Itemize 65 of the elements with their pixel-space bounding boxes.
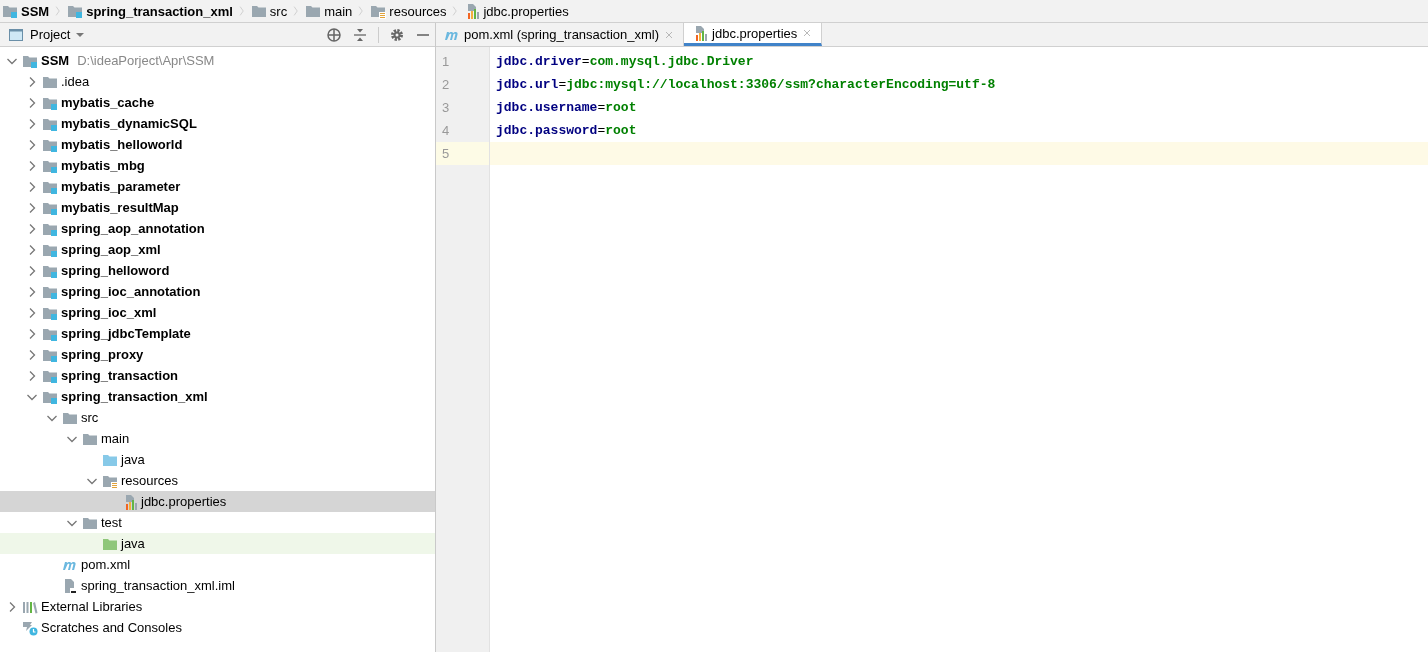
breadcrumb-item[interactable]: resources bbox=[370, 3, 447, 19]
equals-sign: = bbox=[558, 77, 567, 92]
property-key: jdbc.password bbox=[496, 123, 598, 138]
tree-item[interactable]: java bbox=[0, 449, 435, 470]
property-value: root bbox=[605, 100, 637, 115]
tree-item[interactable]: External Libraries bbox=[0, 596, 435, 617]
project-view-dropdown[interactable]: Project bbox=[8, 26, 85, 43]
scratch-clock-icon bbox=[22, 619, 38, 636]
breadcrumb-item[interactable]: SSM bbox=[2, 3, 50, 19]
module-folder-icon bbox=[2, 3, 18, 19]
tree-item[interactable]: spring_aop_xml bbox=[0, 239, 435, 260]
tree-item[interactable]: mybatis_cache bbox=[0, 92, 435, 113]
line-number: 2 bbox=[441, 76, 451, 94]
project-window-icon bbox=[8, 26, 24, 43]
tree-item[interactable]: spring_ioc_xml bbox=[0, 302, 435, 323]
folder-icon bbox=[250, 3, 267, 19]
tree-item[interactable]: SSM D:\ideaPorject\Apr\SSM bbox=[0, 50, 435, 71]
folder-icon bbox=[305, 3, 322, 19]
collapse-all-icon[interactable] bbox=[352, 26, 368, 43]
tree-item[interactable]: .idea bbox=[0, 71, 435, 92]
property-key: jdbc.username bbox=[496, 100, 598, 115]
property-key: jdbc.url bbox=[496, 77, 559, 92]
tree-item[interactable]: spring_jdbcTemplate bbox=[0, 323, 435, 344]
breadcrumb-item[interactable]: main bbox=[305, 3, 353, 19]
tree-item[interactable]: mybatis_resultMap bbox=[0, 197, 435, 218]
tree-item[interactable]: pom.xml bbox=[0, 554, 435, 575]
dropdown-caret-icon bbox=[76, 32, 85, 37]
tree-item[interactable]: spring_ioc_annotation bbox=[0, 281, 435, 302]
tree-item[interactable]: jdbc.properties bbox=[0, 491, 435, 512]
equals-sign: = bbox=[597, 123, 606, 138]
module-file-icon bbox=[62, 577, 78, 594]
breadcrumb-item[interactable]: jdbc.properties bbox=[464, 3, 569, 19]
tree-item[interactable]: mybatis_parameter bbox=[0, 176, 435, 197]
property-key: jdbc.driver bbox=[496, 54, 582, 69]
tree-item[interactable]: main bbox=[0, 428, 435, 449]
tree-item[interactable]: mybatis_mbg bbox=[0, 155, 435, 176]
tree-item[interactable]: src bbox=[0, 407, 435, 428]
tree-item[interactable]: spring_transaction_xml.iml bbox=[0, 575, 435, 596]
settings-icon[interactable] bbox=[389, 26, 405, 43]
tree-item[interactable]: spring_transaction bbox=[0, 365, 435, 386]
editor-tab[interactable]: jdbc.properties bbox=[684, 23, 823, 46]
property-value: jdbc:mysql://localhost:3306/ssm?characterEncoding=utf-8 bbox=[566, 77, 996, 92]
equals-sign: = bbox=[581, 54, 590, 69]
tree-item[interactable]: Scratches and Consoles bbox=[0, 617, 435, 638]
breadcrumb-item[interactable]: spring_transaction_xml bbox=[67, 3, 233, 19]
tree-item[interactable]: spring_transaction_xml bbox=[0, 386, 435, 407]
crosshair-icon[interactable] bbox=[326, 26, 342, 43]
tree-item[interactable]: spring_aop_annotation bbox=[0, 218, 435, 239]
module-folder-icon bbox=[67, 3, 84, 19]
tree-item[interactable]: java bbox=[0, 533, 435, 554]
property-value: root bbox=[605, 123, 637, 138]
breadcrumb-item[interactable]: src bbox=[250, 3, 288, 19]
tree-item[interactable]: spring_proxy bbox=[0, 344, 435, 365]
line-number: 3 bbox=[441, 99, 451, 117]
tree-item[interactable]: mybatis_dynamicSQL bbox=[0, 113, 435, 134]
line-number: 1 bbox=[441, 53, 451, 71]
line-number: 5 bbox=[436, 142, 489, 165]
property-value: com.mysql.jdbc.Driver bbox=[589, 54, 754, 69]
tree-item[interactable]: spring_helloword bbox=[0, 260, 435, 281]
tree-item[interactable]: resources bbox=[0, 470, 435, 491]
tree-item[interactable]: mybatis_helloworld bbox=[0, 134, 435, 155]
equals-sign: = bbox=[597, 100, 606, 115]
tree-item[interactable]: test bbox=[0, 512, 435, 533]
line-number: 4 bbox=[441, 122, 451, 140]
resources-folder-icon bbox=[370, 3, 387, 19]
